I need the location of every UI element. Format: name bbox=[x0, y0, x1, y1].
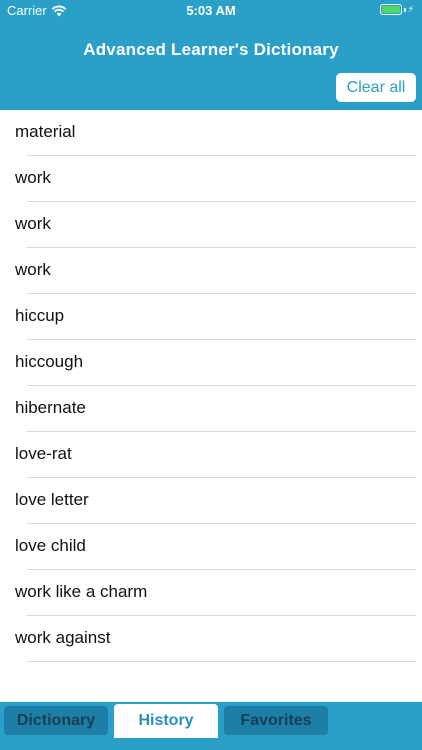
history-item[interactable]: work bbox=[0, 202, 422, 248]
history-item[interactable]: work bbox=[0, 156, 422, 202]
tab-bar: Dictionary History Favorites bbox=[0, 702, 422, 750]
history-item[interactable]: work bbox=[0, 248, 422, 294]
history-item[interactable]: hiccup bbox=[0, 294, 422, 340]
history-item[interactable]: love child bbox=[0, 524, 422, 570]
clear-all-button[interactable]: Clear all bbox=[336, 73, 416, 102]
history-list: material work work work hiccup hiccough … bbox=[0, 110, 422, 662]
page-title: Advanced Learner's Dictionary bbox=[83, 40, 339, 59]
status-bar: Carrier 5:03 AM ⚡ bbox=[0, 0, 422, 22]
history-item[interactable]: material bbox=[0, 110, 422, 156]
battery-icon bbox=[379, 4, 402, 15]
history-item[interactable]: work like a charm bbox=[0, 570, 422, 616]
battery-indicator: ⚡ bbox=[379, 4, 414, 15]
battery-tip bbox=[403, 7, 406, 12]
tab-dictionary[interactable]: Dictionary bbox=[4, 706, 108, 735]
history-item[interactable]: love-rat bbox=[0, 432, 422, 478]
tab-favorites[interactable]: Favorites bbox=[224, 706, 328, 735]
history-item[interactable]: hibernate bbox=[0, 386, 422, 432]
history-item[interactable]: work against bbox=[0, 616, 422, 662]
history-item[interactable]: love letter bbox=[0, 478, 422, 524]
status-time: 5:03 AM bbox=[186, 3, 236, 18]
app-header: Carrier 5:03 AM ⚡ Advanced Learner's Dic… bbox=[0, 0, 422, 110]
charging-bolt-icon: ⚡ bbox=[407, 4, 414, 14]
tab-history[interactable]: History bbox=[114, 704, 218, 738]
history-item[interactable]: hiccough bbox=[0, 340, 422, 386]
